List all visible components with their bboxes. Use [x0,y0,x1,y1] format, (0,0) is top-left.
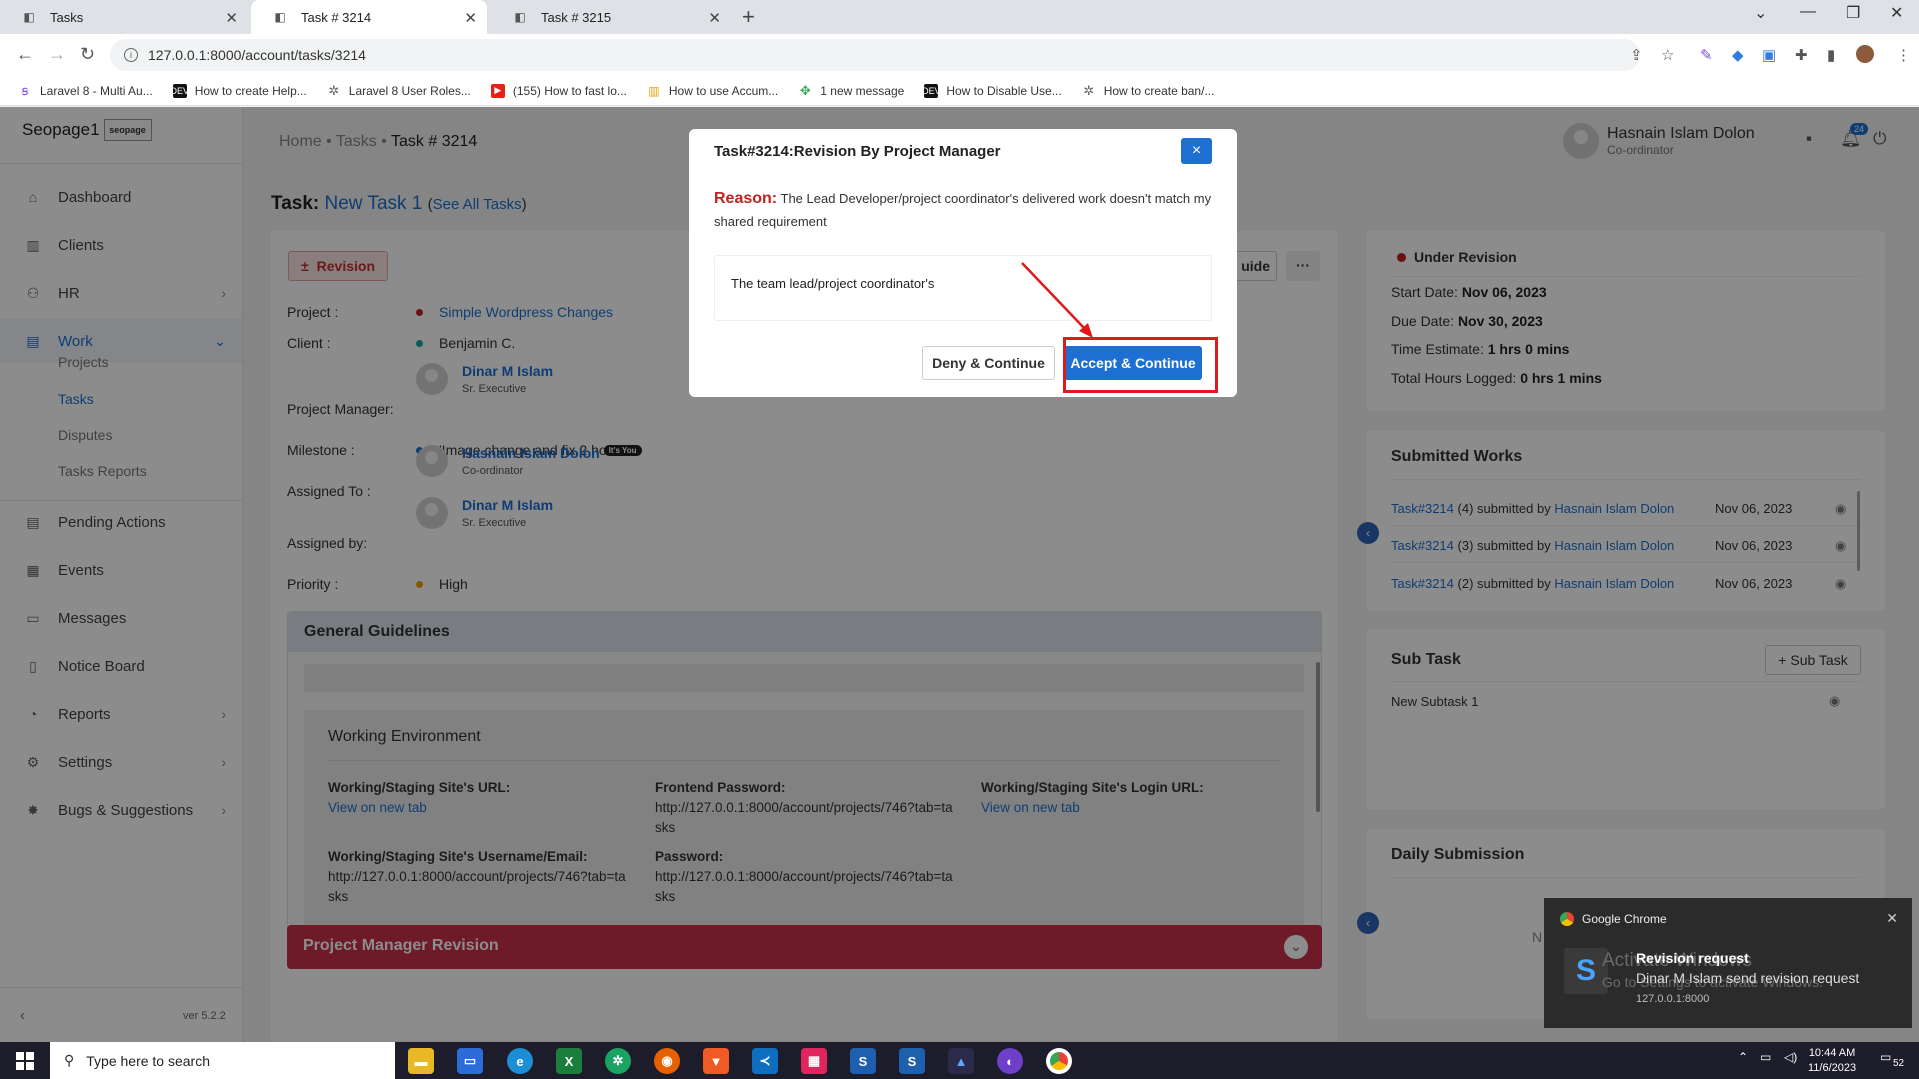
github-icon[interactable]: ◐ [997,1048,1023,1074]
file-explorer-icon[interactable]: ▬ [408,1048,434,1074]
windows-taskbar: ⚲ Type here to search ▬ ▭ e X ✲ ◉ ▼ ≺ ▦ S… [0,1042,1919,1079]
chevron-up-icon[interactable]: ⌃ [1738,1050,1748,1064]
network-icon[interactable]: ▭ [1760,1050,1771,1064]
notification-count: 52 [1893,1058,1905,1069]
app-icon[interactable]: ▲ [948,1048,974,1074]
firefox-icon[interactable]: ◉ [654,1048,680,1074]
app-icon[interactable]: ▦ [801,1048,827,1074]
app-icon[interactable]: ▭ [457,1048,483,1074]
search-icon: ⚲ [64,1052,75,1068]
volume-icon[interactable]: ◁) [1784,1050,1797,1064]
skype-icon[interactable]: S [850,1048,876,1074]
notifications-icon[interactable]: ▭ [1880,1050,1891,1064]
chrome-notification[interactable]: Google Chrome ✕ S Activate Windows Go to… [1544,898,1912,1028]
app-icon[interactable]: ✲ [605,1048,631,1074]
chrome-icon[interactable] [1046,1048,1072,1074]
clock[interactable]: 10:44 AM 11/6/2023 [1808,1046,1856,1076]
edge-icon[interactable]: e [507,1048,533,1074]
vscode-icon[interactable]: ≺ [752,1048,778,1074]
excel-icon[interactable]: X [556,1048,582,1074]
close-icon[interactable]: ✕ [1886,910,1898,927]
annotation-highlight-box [1063,337,1218,393]
chrome-icon [1560,912,1574,926]
windows-start-icon[interactable] [16,1052,34,1070]
taskbar-search[interactable]: ⚲ Type here to search [50,1042,395,1079]
skype-icon[interactable]: S [899,1048,925,1074]
notification-header: Google Chrome [1560,912,1667,926]
brave-icon[interactable]: ▼ [703,1048,729,1074]
